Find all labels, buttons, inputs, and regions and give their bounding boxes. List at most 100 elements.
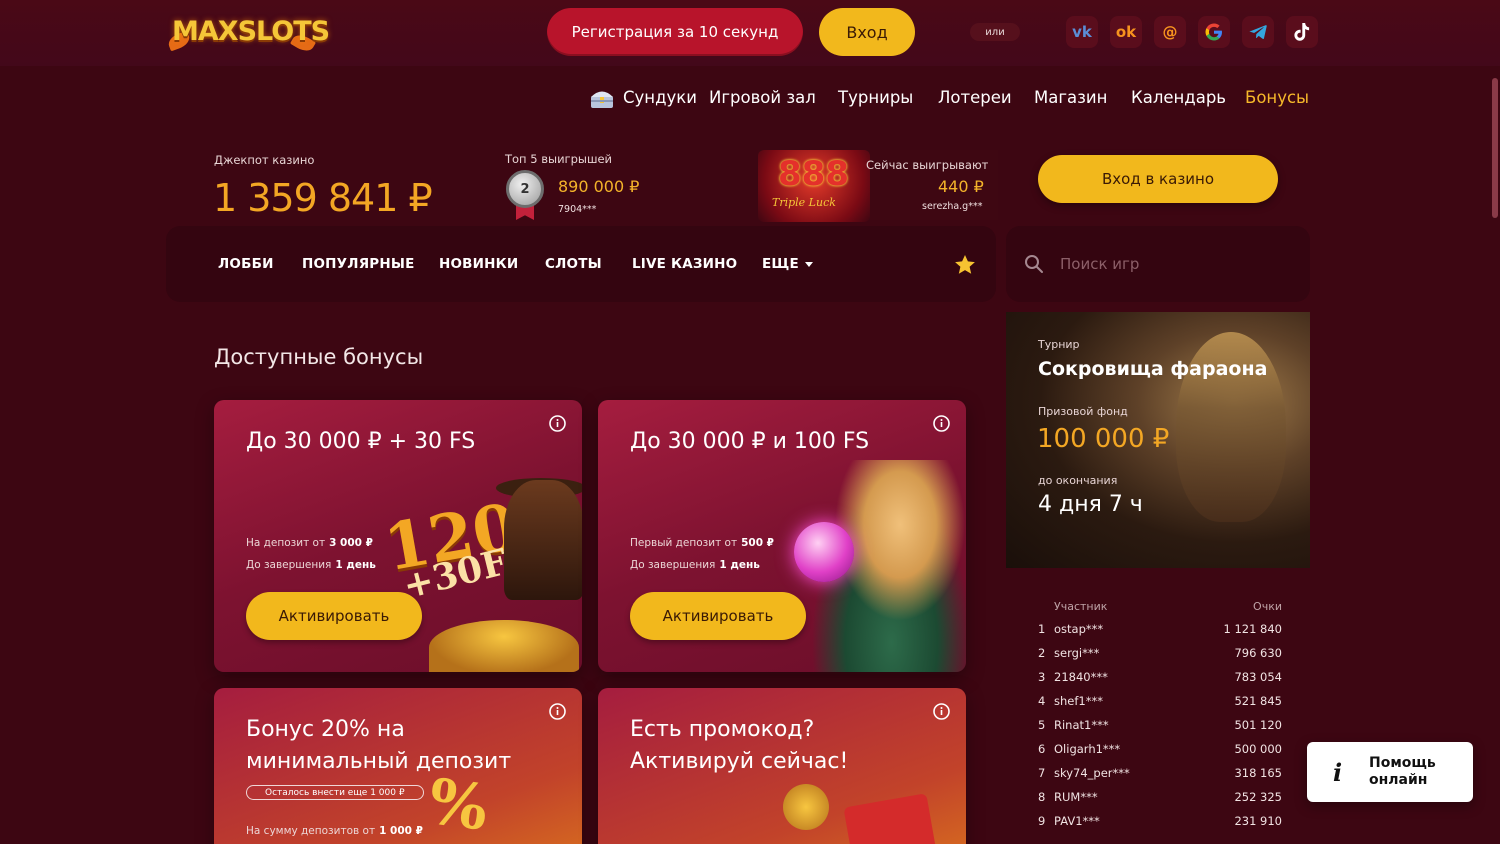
- nav-item-lotteries[interactable]: Лотереи: [938, 88, 1012, 107]
- end-info: До завершения 1 день: [630, 559, 760, 571]
- player-name: Oligarh1***: [1054, 742, 1121, 756]
- help-label: Помощь онлайн: [1369, 755, 1436, 788]
- bonus-card: 120% +30FS До 30 000 ₽ + 30 FS На депози…: [214, 400, 582, 672]
- rank: 6: [1038, 742, 1046, 756]
- rank: 5: [1038, 718, 1046, 732]
- category-new[interactable]: НОВИНКИ: [439, 256, 518, 272]
- coins-art: [429, 620, 579, 672]
- end-info: До завершения 1 день: [246, 559, 376, 571]
- info-icon[interactable]: [933, 703, 950, 720]
- login-button[interactable]: Вход: [819, 8, 915, 56]
- vk-icon[interactable]: vk: [1066, 16, 1098, 48]
- nav-item-shop[interactable]: Магазин: [1034, 88, 1107, 107]
- slot-name: Triple Luck: [772, 196, 836, 209]
- leaderboard-row: 7 sky74_per*** 318 165: [1006, 766, 1310, 790]
- nav-item-chests[interactable]: Сундуки: [623, 88, 697, 107]
- maxslots-logo[interactable]: MAXSLOTS: [166, 12, 330, 55]
- end-value: 1 день: [335, 559, 376, 571]
- google-icon[interactable]: [1198, 16, 1230, 48]
- deposit-info: На депозит от 3 000 ₽: [246, 537, 373, 549]
- medal-rank: 2: [520, 181, 530, 197]
- end-label: До завершения: [246, 559, 332, 571]
- logo-text: MAXSLOTS: [172, 15, 330, 47]
- deposit-info: Первый депозит от 500 ₽: [630, 537, 774, 549]
- bonus-title-line2: минимальный депозит: [246, 749, 512, 774]
- favorites-star-icon[interactable]: [953, 253, 977, 277]
- jackpot-value: 1 359 841 ₽: [213, 176, 433, 220]
- bonus-title-line1: Есть промокод?: [630, 717, 815, 742]
- category-slots[interactable]: СЛОТЫ: [545, 256, 602, 272]
- prize-fund-label: Призовой фонд: [1038, 405, 1128, 418]
- winning-now-label: Сейчас выигрывают: [866, 158, 989, 172]
- info-icon[interactable]: [549, 703, 566, 720]
- top5-user: 7904***: [558, 204, 597, 215]
- bonus-card: Есть промокод? Активируй сейчас!: [598, 688, 966, 844]
- rank: 7: [1038, 766, 1046, 780]
- mail-icon[interactable]: @: [1154, 16, 1186, 48]
- info-icon[interactable]: [549, 415, 566, 432]
- leaderboard-row: 6 Oligarh1*** 500 000: [1006, 742, 1310, 766]
- search-input[interactable]: [1060, 248, 1290, 280]
- bonus-title: До 30 000 ₽ и 100 FS: [630, 429, 870, 454]
- register-button[interactable]: Регистрация за 10 секунд: [547, 8, 803, 56]
- slot-logo-888: 888: [778, 154, 849, 194]
- activate-button[interactable]: Активировать: [630, 592, 806, 640]
- leaderboard-row: 5 Rinat1*** 501 120: [1006, 718, 1310, 742]
- tournament-banner[interactable]: Турнир Сокровища фараона Призовой фонд 1…: [1006, 312, 1310, 568]
- odnoklassniki-icon[interactable]: ok: [1110, 16, 1142, 48]
- leaderboard-row: 3 21840*** 783 054: [1006, 670, 1310, 694]
- leaderboard-row: 2 sergi*** 796 630: [1006, 646, 1310, 670]
- category-lobby[interactable]: ЛОББИ: [218, 256, 274, 272]
- leaderboard-col-player: Участник: [1054, 600, 1108, 613]
- player-name: ostap***: [1054, 622, 1104, 636]
- online-help-button[interactable]: i Помощь онлайн: [1307, 742, 1473, 802]
- silver-medal-icon: 2: [506, 170, 544, 208]
- tiktok-icon[interactable]: [1286, 16, 1318, 48]
- info-icon[interactable]: [933, 415, 950, 432]
- bonus-title-line1: Бонус 20% на: [246, 717, 405, 742]
- score: 1 121 840: [1223, 622, 1282, 636]
- scrollbar-thumb[interactable]: [1492, 78, 1498, 218]
- deposit-value: 500 ₽: [741, 537, 774, 549]
- top5-label: Топ 5 выигрышей: [505, 152, 613, 166]
- nav-item-tournaments[interactable]: Турниры: [838, 88, 913, 107]
- player-name: shef1***: [1054, 694, 1103, 708]
- category-live-casino[interactable]: LIVE КАЗИНО: [632, 256, 737, 272]
- time-left-label: до окончания: [1038, 474, 1118, 487]
- player-name: RUM***: [1054, 790, 1098, 804]
- time-left-value: 4 дня 7 ч: [1038, 492, 1143, 517]
- telegram-icon[interactable]: [1242, 16, 1274, 48]
- info-icon: i: [1333, 758, 1343, 787]
- category-more[interactable]: ЕЩЕ: [762, 256, 813, 272]
- leaderboard: Участник Очки 1 ostap*** 1 121 840 2 sergi*…: [1006, 590, 1310, 844]
- bonus-title: До 30 000 ₽ + 30 FS: [246, 429, 476, 454]
- player-name: sergi***: [1054, 646, 1100, 660]
- player-name: 21840***: [1054, 670, 1108, 684]
- rank: 1: [1038, 622, 1046, 636]
- leaderboard-row: 1 ostap*** 1 121 840: [1006, 622, 1310, 646]
- player-name: sky74_per***: [1054, 766, 1130, 780]
- chevron-down-icon: [804, 261, 813, 267]
- tournament-label: Турнир: [1038, 338, 1080, 351]
- rank: 8: [1038, 790, 1046, 804]
- nav-item-game-hall[interactable]: Игровой зал: [709, 88, 816, 107]
- crystal-ball-art: [794, 522, 854, 582]
- leaderboard-row: 8 RUM*** 252 325: [1006, 790, 1310, 814]
- score: 318 165: [1234, 766, 1282, 780]
- category-popular[interactable]: ПОПУЛЯРНЫЕ: [302, 256, 415, 272]
- chest-icon: [591, 91, 613, 108]
- deposit-label: На сумму депозитов от: [246, 825, 376, 837]
- search-icon: [1025, 255, 1043, 273]
- category-more-label: ЕЩЕ: [762, 256, 799, 272]
- enter-casino-button[interactable]: Вход в казино: [1038, 155, 1278, 203]
- bonus-card: До 30 000 ₽ и 100 FS Первый депозит от 50…: [598, 400, 966, 672]
- score: 231 910: [1234, 814, 1282, 828]
- nav-item-bonuses[interactable]: Бонусы: [1245, 88, 1309, 107]
- leaderboard-col-points: Очки: [1253, 600, 1282, 613]
- slot-thumbnail[interactable]: 888 Triple Luck: [758, 150, 870, 222]
- activate-button[interactable]: Активировать: [246, 592, 422, 640]
- score: 521 845: [1234, 694, 1282, 708]
- nav-item-calendar[interactable]: Календарь: [1131, 88, 1226, 107]
- gift-box-art: [843, 793, 937, 844]
- deposit-info: На сумму депозитов от 1 000 ₽: [246, 825, 423, 837]
